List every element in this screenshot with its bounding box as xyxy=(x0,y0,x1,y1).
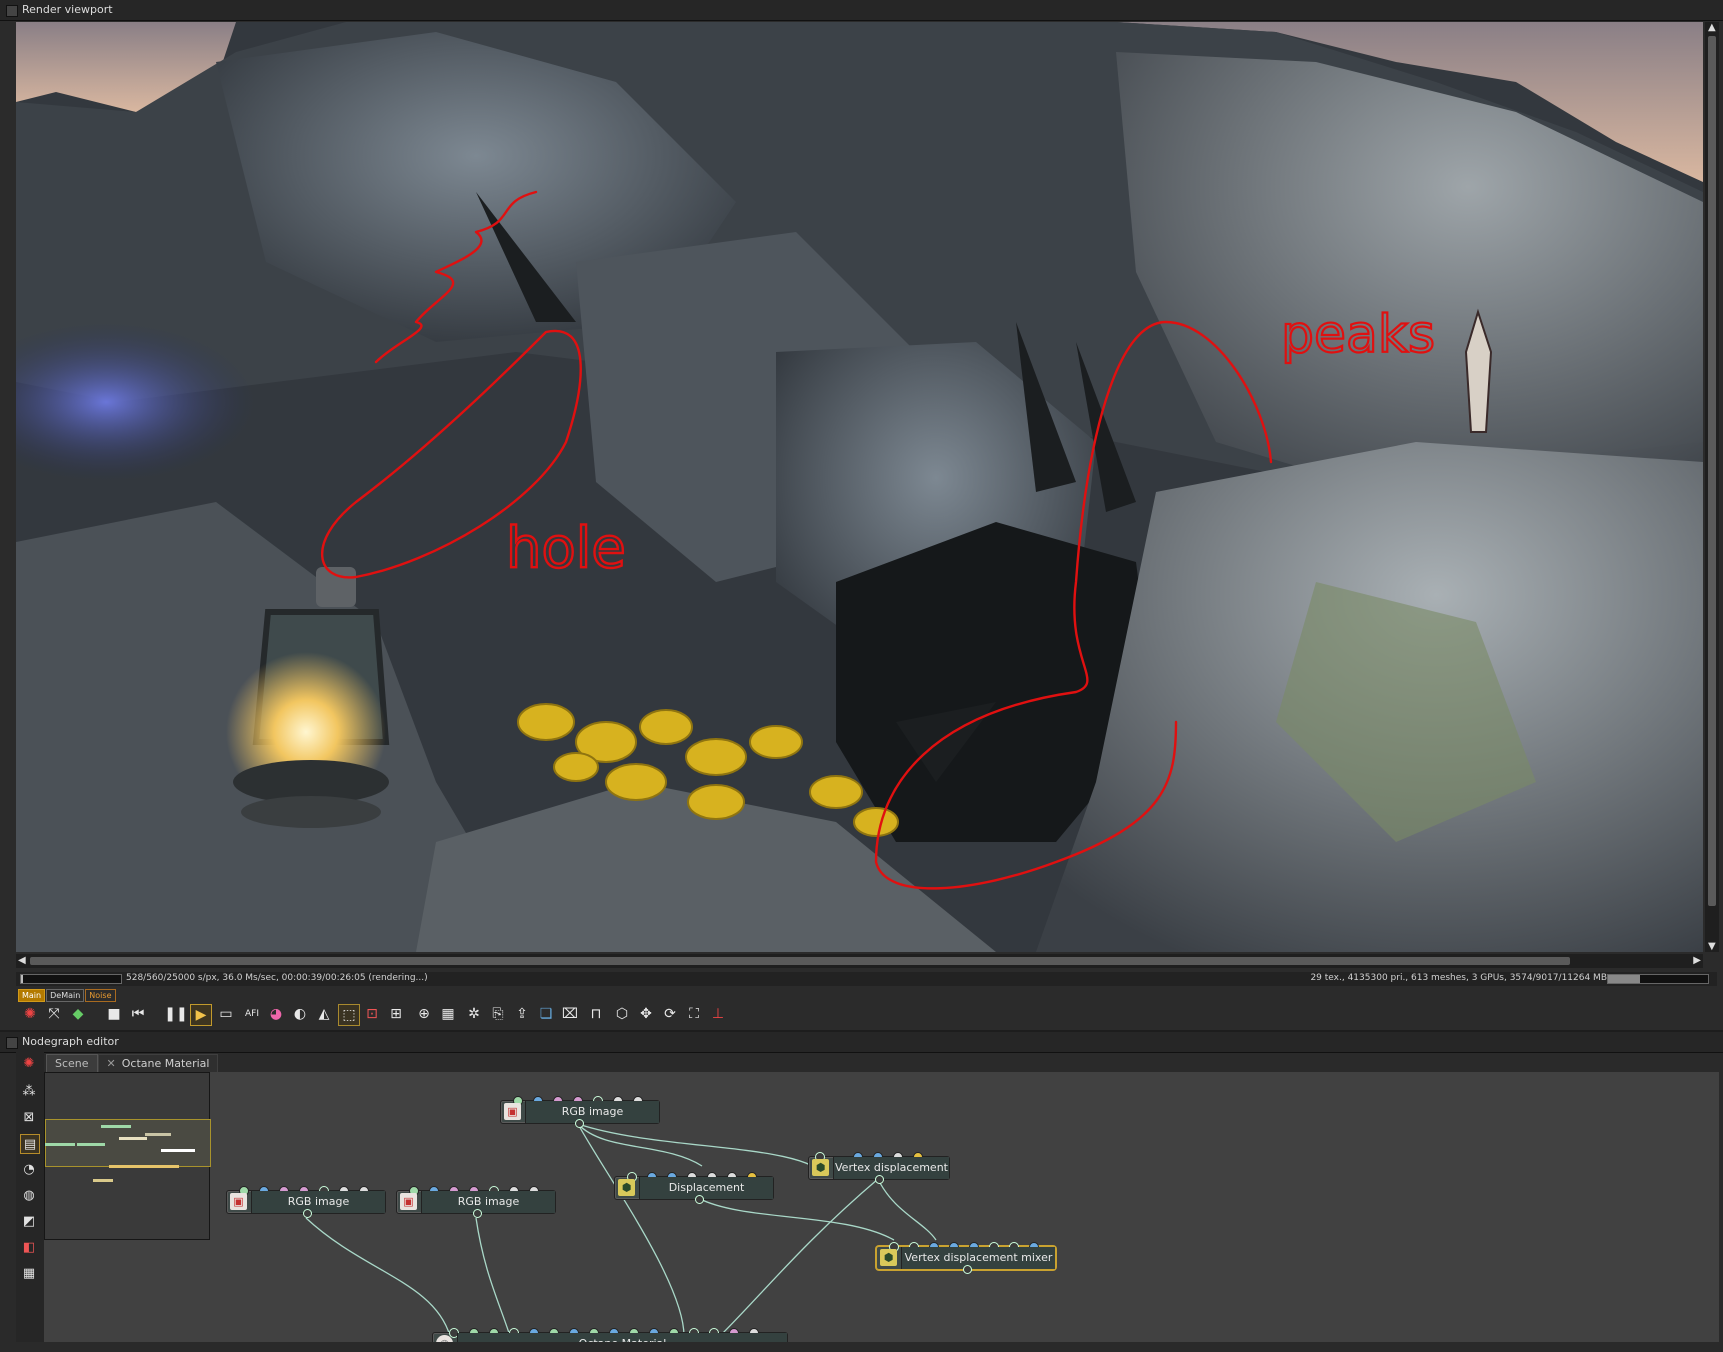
layers-icon[interactable]: ❏ xyxy=(536,1004,556,1024)
node-inspector-icon[interactable]: ▤ xyxy=(20,1134,40,1154)
sphere-icon[interactable]: ◍ xyxy=(20,1186,38,1204)
color-wheel-icon[interactable]: ◕ xyxy=(266,1004,286,1024)
cropped-icon[interactable]: ⊞ xyxy=(386,1004,406,1024)
picker-icon[interactable]: ▦ xyxy=(438,1004,458,1024)
restart-icon[interactable]: ⏮ xyxy=(128,1004,148,1024)
gpu-memory-bar xyxy=(1607,974,1709,984)
render-toolbar: ✺ ⤧ ◆ ■ ⏮ ❚❚ ▶ ▭ AFI ◕ ◐ ◭ ⬚ ⊡ ⊞ ⊕ ▦ ✲ ⎘… xyxy=(16,1002,1717,1028)
render-status-bar: 528/560/25000 s/px, 36.0 Ms/sec, 00:00:3… xyxy=(16,972,1717,986)
node-canvas[interactable]: ▣ RGB image ⬢ Vertex displacement ⬢ Disp… xyxy=(44,1072,1719,1342)
rgb-image-icon: ▣ xyxy=(400,1193,417,1210)
node-displacement[interactable]: ⬢ Displacement xyxy=(614,1172,774,1204)
move-icon[interactable]: ✥ xyxy=(636,1004,656,1024)
clay-icon[interactable]: ◐ xyxy=(290,1004,310,1024)
octane-logo-icon[interactable]: ✺ xyxy=(20,1054,38,1072)
nodegraph-editor-header: Nodegraph editor xyxy=(0,1032,1723,1053)
displacement-icon: ⬢ xyxy=(618,1179,635,1196)
peaks-annotation: peaks xyxy=(1281,305,1435,365)
viewport-vertical-scrollbar[interactable]: ▲ ▼ xyxy=(1705,22,1719,952)
node-label: RGB image xyxy=(421,1191,555,1213)
node-rgb-image-top[interactable]: ▣ RGB image xyxy=(500,1096,660,1128)
texture-icon[interactable]: ◩ xyxy=(20,1212,38,1230)
render-stats: 528/560/25000 s/px, 36.0 Ms/sec, 00:00:3… xyxy=(126,973,428,983)
node-output-pin[interactable] xyxy=(575,1119,584,1128)
scroll-up-icon[interactable]: ▲ xyxy=(1708,22,1716,33)
node-output-pin[interactable] xyxy=(303,1209,312,1218)
node-vertex-displacement[interactable]: ⬢ Vertex displacement xyxy=(808,1152,950,1184)
pass-tab-main[interactable]: Main xyxy=(18,989,46,1002)
unlock-icon[interactable]: ⊓ xyxy=(586,1004,606,1024)
nodegraph-sidebar: ✺ ⁂ ⊠ ▤ ◔ ◍ ◩ ◧ ▦ xyxy=(16,1052,44,1342)
node-grid-icon[interactable]: ⊠ xyxy=(20,1108,38,1126)
camera-icon[interactable]: ⌧ xyxy=(560,1004,580,1024)
node-tree-icon[interactable]: ⁂ xyxy=(20,1082,38,1100)
node-label: Vertex displacement xyxy=(833,1157,949,1179)
play-icon[interactable]: ▶ xyxy=(190,1004,212,1026)
tab-scene[interactable]: Scene xyxy=(46,1054,98,1073)
tab-octane-material[interactable]: ✕ Octane Material xyxy=(97,1054,219,1073)
scroll-left-icon[interactable]: ◀ xyxy=(18,955,26,966)
table-icon[interactable]: ▦ xyxy=(20,1264,38,1282)
rotate-icon[interactable]: ⟳ xyxy=(660,1004,680,1024)
panel-checkbox[interactable] xyxy=(6,5,18,17)
box-icon[interactable]: ⬡ xyxy=(612,1004,632,1024)
panel-checkbox[interactable] xyxy=(6,1037,18,1049)
afi-icon[interactable]: AFI xyxy=(242,1004,262,1024)
pass-tab-demain[interactable]: DeMain xyxy=(46,989,85,1002)
node-label: RGB image xyxy=(525,1101,659,1123)
render-pass-tabs: Main DeMain Noise xyxy=(18,988,117,1002)
scene-stats: 29 tex., 4135300 pri., 613 meshes, 3 GPU… xyxy=(1310,973,1607,983)
nodegraph-tabs: Scene ✕ Octane Material xyxy=(46,1054,219,1073)
horizontal-scroll-thumb[interactable] xyxy=(30,957,1570,965)
rgb-image-icon: ▣ xyxy=(504,1103,521,1120)
node-vertex-displacement-mixer[interactable]: ⬢ Vertex displacement mixer xyxy=(876,1242,1056,1274)
tab-octane-material-label: Octane Material xyxy=(121,1057,210,1070)
display-icon[interactable]: ▭ xyxy=(216,1004,236,1024)
save-icon[interactable]: ⇪ xyxy=(512,1004,532,1024)
rendered-scene: hole peaks xyxy=(16,22,1703,952)
render-progress-bar xyxy=(20,974,122,984)
pause-icon[interactable]: ❚❚ xyxy=(164,1004,187,1024)
node-label: RGB image xyxy=(251,1191,385,1213)
scroll-down-icon[interactable]: ▼ xyxy=(1708,941,1716,952)
node-label: Vertex displacement mixer xyxy=(901,1247,1055,1269)
node-rgb-image-mid[interactable]: ▣ RGB image xyxy=(396,1186,556,1218)
region-icon[interactable]: ⬚ xyxy=(338,1004,360,1026)
node-output-pin[interactable] xyxy=(963,1265,972,1274)
hole-annotation: hole xyxy=(506,516,626,581)
displacement-icon: ⬢ xyxy=(812,1159,829,1176)
scroll-right-icon[interactable]: ▶ xyxy=(1693,955,1701,966)
stop-icon[interactable]: ■ xyxy=(104,1004,124,1024)
render-viewport-title: Render viewport xyxy=(22,3,113,16)
octane-logo-icon[interactable]: ✺ xyxy=(20,1004,40,1024)
clipboard-icon[interactable]: ⎘ xyxy=(488,1004,508,1024)
film-region-icon[interactable]: ⊡ xyxy=(362,1004,382,1024)
axis-icon[interactable]: ⊥ xyxy=(708,1004,728,1024)
render-target-icon[interactable]: ◧ xyxy=(20,1238,38,1256)
scale-icon[interactable]: ⛶ xyxy=(684,1004,704,1024)
vertical-scroll-thumb[interactable] xyxy=(1708,36,1716,906)
node-label: Displacement xyxy=(639,1177,773,1199)
render-viewport-header: Render viewport xyxy=(0,0,1723,21)
node-label: Octane Material xyxy=(457,1333,787,1342)
pass-tab-noise[interactable]: Noise xyxy=(85,989,116,1002)
exposure-icon[interactable]: ◭ xyxy=(314,1004,334,1024)
cube-color-icon[interactable]: ◆ xyxy=(68,1004,88,1024)
node-octane-material[interactable]: ◍ Octane Material xyxy=(432,1328,788,1342)
zoom-icon[interactable]: ⊕ xyxy=(414,1004,434,1024)
rgb-image-icon: ▣ xyxy=(230,1193,247,1210)
node-output-pin[interactable] xyxy=(875,1175,884,1184)
render-image[interactable]: hole peaks xyxy=(16,22,1703,952)
close-icon[interactable]: ✕ xyxy=(107,1057,116,1070)
node-output-pin[interactable] xyxy=(473,1209,482,1218)
viewport-horizontal-scrollbar[interactable]: ◀ ▶ xyxy=(16,954,1703,968)
nodegraph-editor-title: Nodegraph editor xyxy=(22,1035,119,1048)
recenter-icon[interactable]: ⤧ xyxy=(44,1004,64,1024)
lock-icon[interactable]: ✲ xyxy=(464,1004,484,1024)
material-icon[interactable]: ◔ xyxy=(20,1160,38,1178)
node-rgb-image-left[interactable]: ▣ RGB image xyxy=(226,1186,386,1218)
node-output-pin[interactable] xyxy=(695,1195,704,1204)
displacement-icon: ⬢ xyxy=(880,1249,897,1266)
